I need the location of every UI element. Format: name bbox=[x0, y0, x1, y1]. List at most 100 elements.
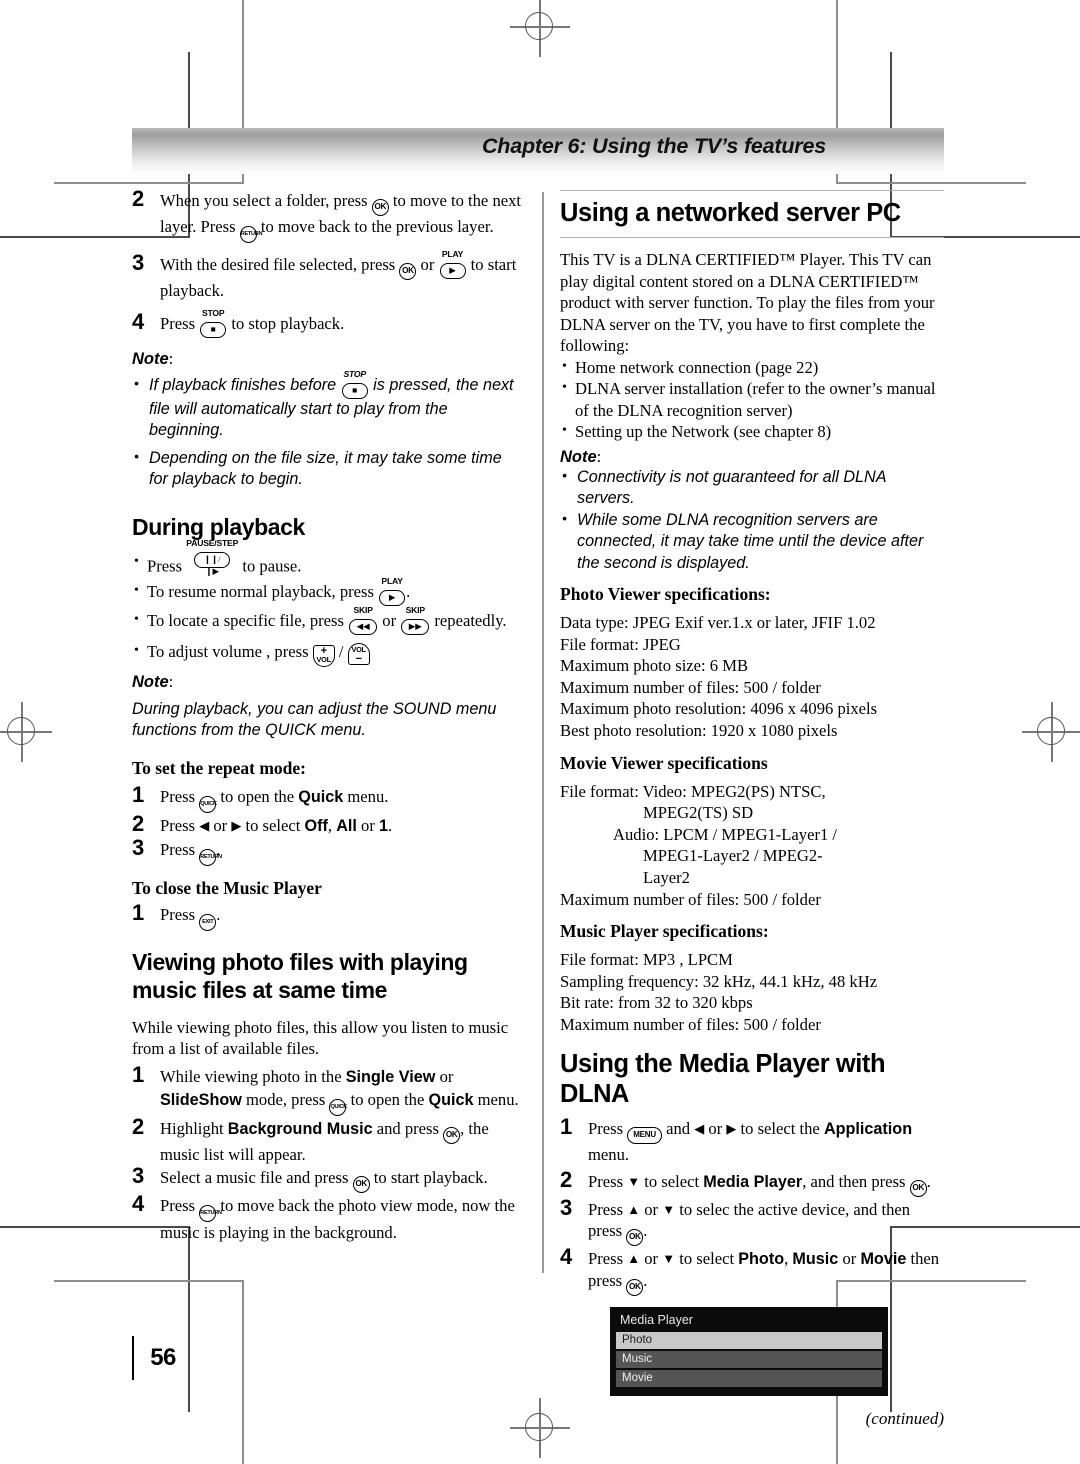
column-divider bbox=[542, 192, 544, 1273]
step-text: Select a music file and press OK to star… bbox=[160, 1168, 488, 1194]
viewing-intro-paragraph: While viewing photo files, this allow yo… bbox=[132, 1017, 509, 1059]
step-item: 3 Press ▲ or ▼ to selec the active devic… bbox=[560, 1195, 944, 1247]
viewing-photo-heading: Viewing photo files with playing music f… bbox=[132, 948, 468, 1003]
media-player-row-photo[interactable]: Photo bbox=[616, 1332, 882, 1350]
step-number: 1 bbox=[132, 899, 145, 925]
step-text: When you select a folder, press OK to mo… bbox=[160, 191, 521, 243]
movie-viewer-spec-heading: Movie Viewer specifications bbox=[560, 752, 768, 773]
spec-line: Maximum photo size: 6 MB bbox=[560, 656, 749, 676]
intro-bullet: Setting up the Network (see chapter 8) bbox=[560, 420, 944, 443]
step-item: 4 Press STOP ■ to stop playback. bbox=[132, 308, 522, 338]
play-key-icon: PLAY ▶ bbox=[379, 576, 406, 606]
step-item: 2 When you select a folder, press OK to … bbox=[132, 186, 522, 243]
ok-key-icon: OK bbox=[352, 1176, 370, 1194]
close-player-heading: To close the Music Player bbox=[132, 877, 322, 898]
page-footer: 56 bbox=[132, 1336, 176, 1380]
volume-down-key-icon: VOL − bbox=[347, 643, 370, 666]
spec-line: Maximum number of files: 500 / folder bbox=[560, 889, 821, 909]
step-text: Press QUICK to open the Quick menu. bbox=[160, 787, 388, 813]
step-item: 3 Press RETURN. bbox=[132, 834, 522, 866]
spec-line: File format: JPEG bbox=[560, 634, 681, 654]
registration-mark-top bbox=[510, 0, 570, 57]
up-arrow-icon: ▲ bbox=[627, 1251, 641, 1267]
ok-key-icon: OK bbox=[371, 199, 389, 216]
down-arrow-icon: ▼ bbox=[662, 1251, 676, 1267]
step-text: Press EXIT. bbox=[160, 905, 220, 931]
step-number: 3 bbox=[132, 1163, 145, 1189]
step-text: Press ▲ or ▼ to selec the active device,… bbox=[588, 1200, 910, 1247]
step-number: 4 bbox=[560, 1244, 573, 1270]
left-column: 2 When you select a folder, press OK to … bbox=[132, 186, 522, 1246]
note-label: Note: bbox=[132, 348, 174, 368]
continued-label: (continued) bbox=[865, 1409, 944, 1429]
step-number: 2 bbox=[560, 1167, 573, 1193]
step-text: Press ▼ to select Media Player, and then… bbox=[588, 1172, 931, 1198]
step-number: 2 bbox=[132, 186, 145, 211]
media-player-row-music[interactable]: Music bbox=[616, 1351, 882, 1369]
step-item: 2 Highlight Background Music and press O… bbox=[132, 1114, 522, 1166]
ok-key-icon: OK bbox=[626, 1279, 644, 1297]
skip-forward-key-icon: SKIP ▶▶ bbox=[401, 605, 430, 635]
step-item: 2 Press ▼ to select Media Player, and th… bbox=[560, 1167, 944, 1198]
during-playback-heading: During playback bbox=[132, 513, 305, 540]
note-bullet: While some DLNA recognition servers are … bbox=[560, 508, 944, 575]
exit-key-icon: EXIT bbox=[199, 913, 217, 931]
note-label: Note: bbox=[132, 671, 174, 691]
right-arrow-icon: ▶ bbox=[231, 817, 242, 833]
spec-line: MPEG2(TS) SD bbox=[560, 803, 754, 823]
step-item: 1 Press MENU and ◀ or ▶ to select the Ap… bbox=[560, 1114, 944, 1166]
spec-line: Layer2 bbox=[560, 867, 690, 887]
registration-mark-left bbox=[0, 702, 52, 762]
step-text: Highlight Background Music and press OK,… bbox=[160, 1118, 489, 1164]
return-key-icon: RETURN bbox=[199, 848, 222, 866]
stop-key-icon: STOP ■ bbox=[341, 369, 368, 399]
spec-line: MPEG1-Layer2 / MPEG2- bbox=[560, 846, 823, 866]
step-number: 1 bbox=[132, 1061, 145, 1087]
step-text: Press MENU and ◀ or ▶ to select the Appl… bbox=[588, 1118, 913, 1164]
step-number: 2 bbox=[132, 810, 145, 836]
step-item: 3 Select a music file and press OK to st… bbox=[132, 1163, 522, 1194]
step-item: 4 Press ▲ or ▼ to select Photo, Music or… bbox=[560, 1244, 944, 1297]
page-number-rule bbox=[132, 1336, 135, 1380]
right-arrow-icon: ▶ bbox=[726, 1120, 737, 1136]
step-number: 3 bbox=[560, 1195, 573, 1221]
spec-line: Maximum photo resolution: 4096 x 4096 pi… bbox=[560, 699, 878, 719]
spec-line: Data type: JPEG Exif ver.1.x or later, J… bbox=[560, 613, 876, 632]
chapter-title: Chapter 6: Using the TV’s features bbox=[481, 134, 826, 158]
ok-key-icon: OK bbox=[626, 1229, 644, 1247]
volume-up-key-icon: + VOL bbox=[312, 644, 335, 667]
dlna-media-player-heading: Using the Media Player with DLNA bbox=[560, 1049, 886, 1108]
intro-bullet: DLNA server installation (refer to the o… bbox=[560, 377, 944, 421]
spec-line: Best photo resolution: 1920 x 1080 pixel… bbox=[560, 720, 838, 740]
menu-key-icon: MENU bbox=[627, 1126, 662, 1144]
chapter-header-bar: Chapter 6: Using the TV’s features bbox=[132, 128, 944, 174]
step-number: 3 bbox=[132, 834, 145, 860]
step-number: 4 bbox=[132, 1191, 145, 1217]
networked-intro-paragraph: This TV is a DLNA CERTIFIED™ Player. Thi… bbox=[560, 250, 935, 355]
media-player-row-movie[interactable]: Movie bbox=[616, 1370, 882, 1388]
spec-line: Sampling frequency: 32 kHz, 44.1 kHz, 48… bbox=[560, 971, 878, 991]
media-player-screenshot: Media Player Photo Music Movie bbox=[610, 1307, 888, 1397]
step-text: While viewing photo in the Single View o… bbox=[160, 1067, 519, 1116]
spec-line: Audio: LPCM / MPEG1-Layer1 / bbox=[560, 824, 838, 844]
page-number: 56 bbox=[150, 1344, 176, 1371]
down-arrow-icon: ▼ bbox=[627, 1174, 641, 1190]
step-text: Press STOP ■ to stop playback. bbox=[160, 308, 344, 338]
step-item: 1 Press QUICK to open the Quick menu. bbox=[132, 782, 522, 813]
spec-line: File format: MP3 , LPCM bbox=[560, 950, 733, 970]
step-text: Press RETURN to move back the photo view… bbox=[160, 1196, 515, 1243]
step-number: 4 bbox=[132, 308, 145, 334]
step-item: 1 Press EXIT. bbox=[132, 899, 522, 931]
step-text: Press ▲ or ▼ to select Photo, Music or M… bbox=[588, 1249, 939, 1297]
page-content: Chapter 6: Using the TV’s features 2 Whe… bbox=[132, 128, 944, 1428]
music-player-spec-heading: Music Player specifications: bbox=[560, 921, 769, 942]
networked-server-heading: Using a networked server PC bbox=[560, 190, 944, 238]
stop-key-icon: STOP ■ bbox=[200, 308, 227, 338]
ok-key-icon: OK bbox=[443, 1126, 461, 1144]
repeat-mode-heading: To set the repeat mode: bbox=[132, 757, 307, 778]
note-text: During playback, you can adjust the SOUN… bbox=[132, 699, 497, 740]
spec-line: File format: Video: MPEG2(PS) NTSC, bbox=[560, 781, 826, 801]
note-bullet: If playback finishes before STOP■ is pre… bbox=[132, 369, 522, 442]
quick-key-icon: QUICK bbox=[329, 1098, 347, 1116]
registration-mark-right bbox=[1022, 702, 1080, 762]
